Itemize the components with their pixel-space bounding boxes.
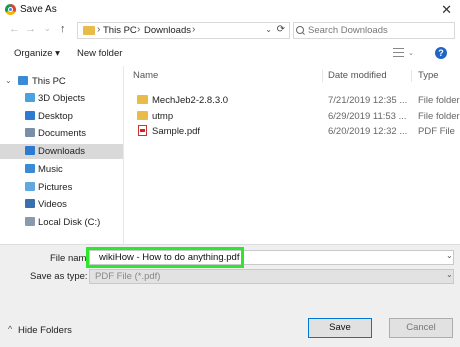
search-input[interactable]: Search Downloads: [308, 25, 388, 36]
file-date: 6/29/2019 11:53 ...: [328, 111, 407, 122]
videos-icon: [25, 199, 35, 208]
view-options-icon[interactable]: [393, 48, 404, 57]
expand-chevron-icon[interactable]: ⌄: [5, 76, 12, 85]
file-row[interactable]: MechJeb2-2.8.3.0 7/21/2019 12:35 ... Fil…: [128, 93, 460, 108]
pictures-icon: [25, 182, 35, 191]
refresh-icon[interactable]: ⟳: [277, 24, 285, 35]
file-type: File folder: [418, 95, 460, 106]
title-bar: Save As ✕: [0, 0, 460, 20]
save-type-label: Save as type:: [30, 271, 88, 282]
file-name: Sample.pdf: [152, 126, 201, 137]
back-arrow-icon[interactable]: ←: [9, 23, 20, 35]
highlight-box: [86, 247, 244, 268]
save-type-dropdown-icon[interactable]: ⌄: [446, 270, 453, 279]
file-date: 6/20/2019 12:32 ...: [328, 126, 408, 137]
sidebar-item-label: Desktop: [38, 111, 73, 122]
save-button[interactable]: Save: [308, 318, 372, 338]
chevron-right-icon: ›: [137, 24, 141, 35]
file-row[interactable]: Sample.pdf 6/20/2019 12:32 ... PDF File: [128, 124, 460, 139]
file-row[interactable]: utmp 6/29/2019 11:53 ... File folder: [128, 109, 460, 124]
folder-icon: [137, 111, 148, 120]
search-box[interactable]: Search Downloads: [293, 22, 455, 39]
sidebar-item-documents[interactable]: Documents: [0, 126, 124, 141]
file-date: 7/21/2019 12:35 ...: [328, 95, 408, 106]
computer-icon: [18, 76, 28, 85]
new-folder-button[interactable]: New folder: [77, 48, 122, 59]
recent-locations-dropdown-icon[interactable]: ⌄: [44, 24, 51, 33]
pane-divider[interactable]: [123, 66, 124, 244]
sidebar-item-label: Pictures: [38, 182, 73, 193]
chevron-right-icon: ›: [192, 24, 196, 35]
sidebar-item-label: Videos: [38, 199, 67, 210]
download-icon: [25, 146, 35, 155]
sidebar-item-pictures[interactable]: Pictures: [0, 180, 124, 195]
save-as-dialog: Save As ✕ ← → ⌄ ↑ › This PC › Downloads …: [0, 0, 460, 347]
save-options-panel: File name: wikiHow - How to do anything.…: [0, 244, 460, 347]
file-name: utmp: [152, 111, 174, 122]
save-type-value: PDF File (*.pdf): [95, 271, 161, 282]
music-icon: [25, 164, 35, 173]
chrome-icon: [5, 4, 16, 15]
column-header-name[interactable]: Name: [133, 70, 158, 81]
documents-icon: [25, 128, 35, 137]
file-name: MechJeb2-2.8.3.0: [152, 95, 229, 106]
sidebar-item-music[interactable]: Music: [0, 162, 124, 177]
file-name-dropdown-icon[interactable]: ⌄: [446, 251, 453, 260]
chevron-up-icon[interactable]: ^: [8, 324, 12, 334]
hide-folders-button[interactable]: Hide Folders: [18, 325, 72, 336]
disk-icon: [25, 217, 35, 226]
sidebar-item-label: Music: [38, 164, 63, 175]
close-icon[interactable]: ✕: [441, 2, 452, 18]
help-icon[interactable]: ?: [435, 47, 447, 59]
sidebar-item-desktop[interactable]: Desktop: [0, 109, 124, 124]
folder-icon: [137, 95, 148, 104]
sidebar-item-this-pc[interactable]: ⌄ This PC: [0, 74, 124, 89]
sidebar-item-label: Downloads: [38, 146, 85, 157]
sidebar-item-local-disk[interactable]: Local Disk (C:): [0, 215, 124, 230]
navigation-bar: ← → ⌄ ↑ › This PC › Downloads › ⌄ ⟳ Sear…: [0, 20, 460, 42]
sidebar-item-label: Local Disk (C:): [38, 217, 101, 228]
organize-button[interactable]: Organize ▾: [14, 48, 60, 59]
sidebar-item-3d-objects[interactable]: 3D Objects: [0, 91, 124, 106]
file-type: PDF File: [418, 126, 455, 137]
address-dropdown-icon[interactable]: ⌄: [265, 25, 272, 34]
column-divider[interactable]: [322, 70, 323, 82]
address-bar[interactable]: › This PC › Downloads › ⌄ ⟳: [77, 22, 290, 39]
view-dropdown-icon[interactable]: ⌄: [408, 49, 414, 57]
pdf-file-icon: [138, 125, 147, 136]
column-header-date[interactable]: Date modified: [328, 70, 387, 81]
cancel-button[interactable]: Cancel: [389, 318, 453, 338]
file-type: File folder: [418, 111, 460, 122]
breadcrumb-downloads[interactable]: Downloads: [144, 25, 191, 36]
sidebar-item-label: This PC: [32, 76, 66, 87]
search-icon: [296, 26, 304, 34]
navigation-pane: ⌄ This PC 3D Objects Desktop Documents D…: [0, 66, 124, 244]
sidebar-item-videos[interactable]: Videos: [0, 197, 124, 212]
cube-icon: [25, 93, 35, 102]
sidebar-item-label: 3D Objects: [38, 93, 85, 104]
up-arrow-icon[interactable]: ↑: [60, 23, 66, 35]
forward-arrow-icon[interactable]: →: [25, 23, 36, 35]
window-title: Save As: [20, 4, 57, 15]
sidebar-item-label: Documents: [38, 128, 87, 139]
column-header-type[interactable]: Type: [418, 70, 439, 81]
desktop-icon: [25, 111, 35, 120]
column-divider[interactable]: [411, 70, 412, 82]
folder-icon: [83, 26, 95, 35]
file-list: Name Date modified Type MechJeb2-2.8.3.0…: [128, 66, 460, 244]
toolbar: Organize ▾ New folder ⌄ ?: [0, 43, 460, 65]
chevron-right-icon: ›: [97, 24, 101, 35]
sidebar-item-downloads[interactable]: Downloads: [0, 144, 124, 159]
breadcrumb-this-pc[interactable]: This PC: [103, 25, 137, 36]
